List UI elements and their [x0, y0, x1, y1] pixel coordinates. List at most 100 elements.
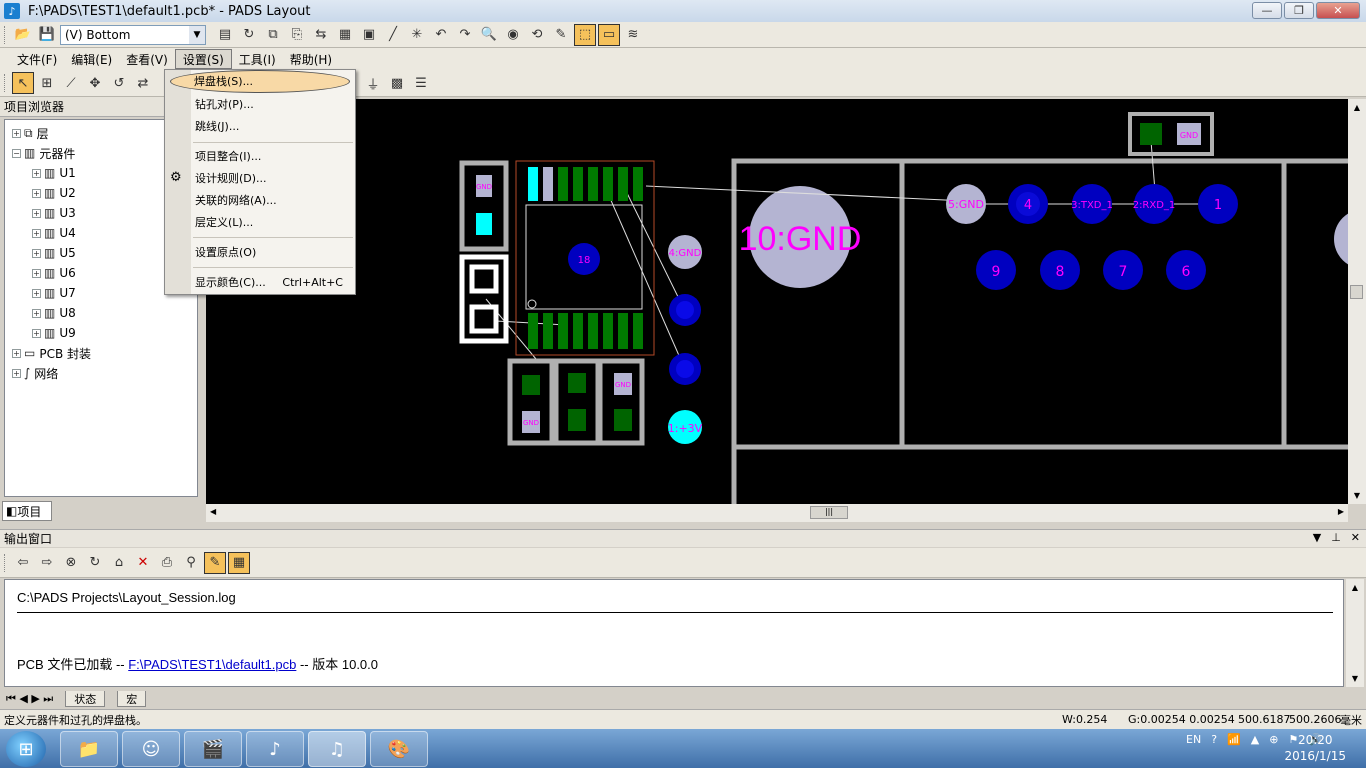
explorer-taskbar-icon[interactable]: 📁 [60, 731, 118, 767]
browser-taskbar-icon[interactable]: ☺ [122, 731, 180, 767]
scroll-up-icon[interactable]: ▲ [1348, 103, 1366, 112]
collapse-icon[interactable]: − [12, 148, 21, 158]
move-icon[interactable]: ✥ [84, 72, 106, 94]
expand-icon[interactable]: + [32, 228, 41, 238]
stop-icon[interactable]: ⊗ [60, 552, 82, 574]
menu-item-display-colors[interactable]: 显示颜色(C)... Ctrl+Alt+C [195, 272, 353, 292]
tab-project[interactable]: ◧ 项目 [2, 501, 52, 521]
print-icon[interactable]: ⎙ [156, 552, 178, 574]
route-tool-icon[interactable]: ⟋ [60, 72, 82, 94]
output-scrollbar[interactable]: ▲ ▼ [1346, 579, 1364, 687]
paste-icon[interactable]: ⎘ [286, 24, 308, 46]
menu-file[interactable]: 文件(F) [10, 49, 64, 69]
menu-settings[interactable]: 设置(S) [174, 49, 232, 69]
help-icon[interactable]: ? [1211, 733, 1217, 746]
log-file-link[interactable]: F:\PADS\TEST1\default1.pcb [128, 657, 296, 672]
minimize-button[interactable]: — [1252, 2, 1282, 19]
select-arrow-icon[interactable]: ↖ [12, 72, 34, 94]
menu-tools[interactable]: 工具(I) [232, 49, 283, 69]
tray-expand-icon[interactable]: ▲ [1251, 733, 1259, 746]
tree-node-pcb-footprints[interactable]: + ▭ PCB 封装 [5, 343, 197, 363]
refresh-icon[interactable]: ↻ [84, 552, 106, 574]
expand-icon[interactable]: + [12, 368, 21, 378]
scroll-left-icon[interactable]: ◀ [210, 507, 216, 516]
menu-item-drill-pairs[interactable]: 钻孔对(P)... [195, 94, 353, 114]
maximize-button[interactable]: ❐ [1284, 2, 1314, 19]
tree-node-u9[interactable]: + ▥ U9 [5, 323, 197, 343]
expand-icon[interactable]: + [32, 248, 41, 258]
grid-icon[interactable]: ▦ [334, 24, 356, 46]
start-button[interactable]: ⊞ [6, 731, 46, 767]
paint-taskbar-icon[interactable]: 🎨 [370, 731, 428, 767]
home-icon[interactable]: ⌂ [108, 552, 130, 574]
undo-icon[interactable]: ↶ [430, 24, 452, 46]
tab-status[interactable]: 状态 [65, 691, 106, 707]
output-log[interactable]: C:\PADS Projects\Layout_Session.log PCB … [4, 579, 1344, 687]
zoom-icon[interactable]: 🔍 [478, 24, 500, 46]
trace-icon[interactable]: ╱ [382, 24, 404, 46]
report-icon[interactable]: ☰ [410, 72, 432, 94]
save-icon[interactable]: 💾 [36, 24, 58, 46]
expand-icon[interactable]: + [12, 128, 21, 138]
expand-icon[interactable]: + [32, 308, 41, 318]
find-icon[interactable]: ⚲ [180, 552, 202, 574]
language-indicator[interactable]: EN [1186, 733, 1201, 746]
expand-icon[interactable]: + [32, 288, 41, 298]
toolbar-grip[interactable] [4, 74, 7, 92]
rotate-icon[interactable]: ↺ [108, 72, 130, 94]
menu-edit[interactable]: 编辑(E) [64, 49, 119, 69]
back-arrow-icon[interactable]: ⇦ [12, 552, 34, 574]
menu-item-project-integrity[interactable]: 项目整合(I)... [195, 146, 353, 166]
copy-icon[interactable]: ⧉ [262, 24, 284, 46]
component-icon[interactable]: ▩ [386, 72, 408, 94]
close-button[interactable]: ✕ [1316, 2, 1360, 19]
tree-node-u8[interactable]: + ▥ U8 [5, 303, 197, 323]
wave-icon[interactable]: ≋ [622, 24, 644, 46]
edit-icon[interactable]: ✎ [204, 551, 226, 574]
open-icon[interactable]: 📂 [12, 24, 34, 46]
list-icon[interactable]: ▦ [228, 551, 250, 574]
toolbar-grip[interactable] [4, 553, 7, 572]
menu-item-layer-definition[interactable]: 层定义(L)... [195, 212, 353, 232]
route-icon[interactable]: ⇆ [310, 24, 332, 46]
scroll-up-icon[interactable]: ▲ [1346, 583, 1364, 592]
menu-help[interactable]: 帮助(H) [283, 49, 339, 69]
scroll-right-icon[interactable]: ▶ [1338, 507, 1344, 516]
scroll-thumb[interactable]: ||| [810, 506, 848, 519]
toolbar-grip[interactable] [4, 25, 7, 44]
chevron-down-icon[interactable]: ▼ [189, 25, 205, 44]
redraw-icon[interactable]: ↻ [238, 24, 260, 46]
menu-item-associated-nets[interactable]: 关联的网络(A)... [195, 190, 353, 210]
scroll-down-icon[interactable]: ▼ [1346, 674, 1364, 683]
select-mode-icon[interactable]: ⬚ [574, 23, 596, 46]
expand-icon[interactable]: + [32, 208, 41, 218]
expand-icon[interactable]: + [32, 188, 41, 198]
scroll-thumb[interactable] [1350, 285, 1363, 299]
pcb-drawing[interactable]: 10:GND GND 5:GND 4 3:TXD_1 2:RXD_1 1 9 8… [206, 99, 1348, 504]
redo-icon[interactable]: ↷ [454, 24, 476, 46]
menu-view[interactable]: 查看(V) [119, 49, 175, 69]
expand-icon[interactable]: + [12, 348, 21, 358]
flip-icon[interactable]: ⇄ [132, 72, 154, 94]
tab-nav-icon[interactable]: ⏮ ◀ ▶ ⏭ [6, 692, 53, 706]
expand-icon[interactable]: + [32, 168, 41, 178]
ground-icon[interactable]: ⏚ [362, 72, 384, 94]
clock[interactable]: 20:20 2016/1/15 [1284, 732, 1346, 764]
delete-icon[interactable]: ✕ [132, 552, 154, 574]
close-icon[interactable]: ✕ [1351, 531, 1360, 544]
pads-logic-taskbar-icon[interactable]: ♪ [246, 731, 304, 767]
chevron-down-icon[interactable]: ▼ [1313, 531, 1321, 544]
security-icon[interactable]: ⊕ [1269, 733, 1278, 746]
pads-layout-taskbar-icon[interactable]: ♫ [308, 731, 366, 767]
brush-icon[interactable]: ✎ [550, 24, 572, 46]
window-mode-icon[interactable]: ▭ [598, 23, 620, 46]
tab-macro[interactable]: 宏 [117, 691, 147, 707]
pin-icon[interactable]: ⊥ [1331, 531, 1341, 544]
expand-icon[interactable]: + [32, 268, 41, 278]
highlight-icon[interactable]: ◉ [502, 24, 524, 46]
media-taskbar-icon[interactable]: 🎬 [184, 731, 242, 767]
canvas-vertical-scrollbar[interactable]: ▲ ▼ [1348, 99, 1366, 504]
properties-icon[interactable]: ▤ [214, 24, 236, 46]
menu-item-design-rules[interactable]: 设计规则(D)... [195, 168, 353, 188]
menu-item-jumpers[interactable]: 跳线(J)... [195, 116, 353, 136]
